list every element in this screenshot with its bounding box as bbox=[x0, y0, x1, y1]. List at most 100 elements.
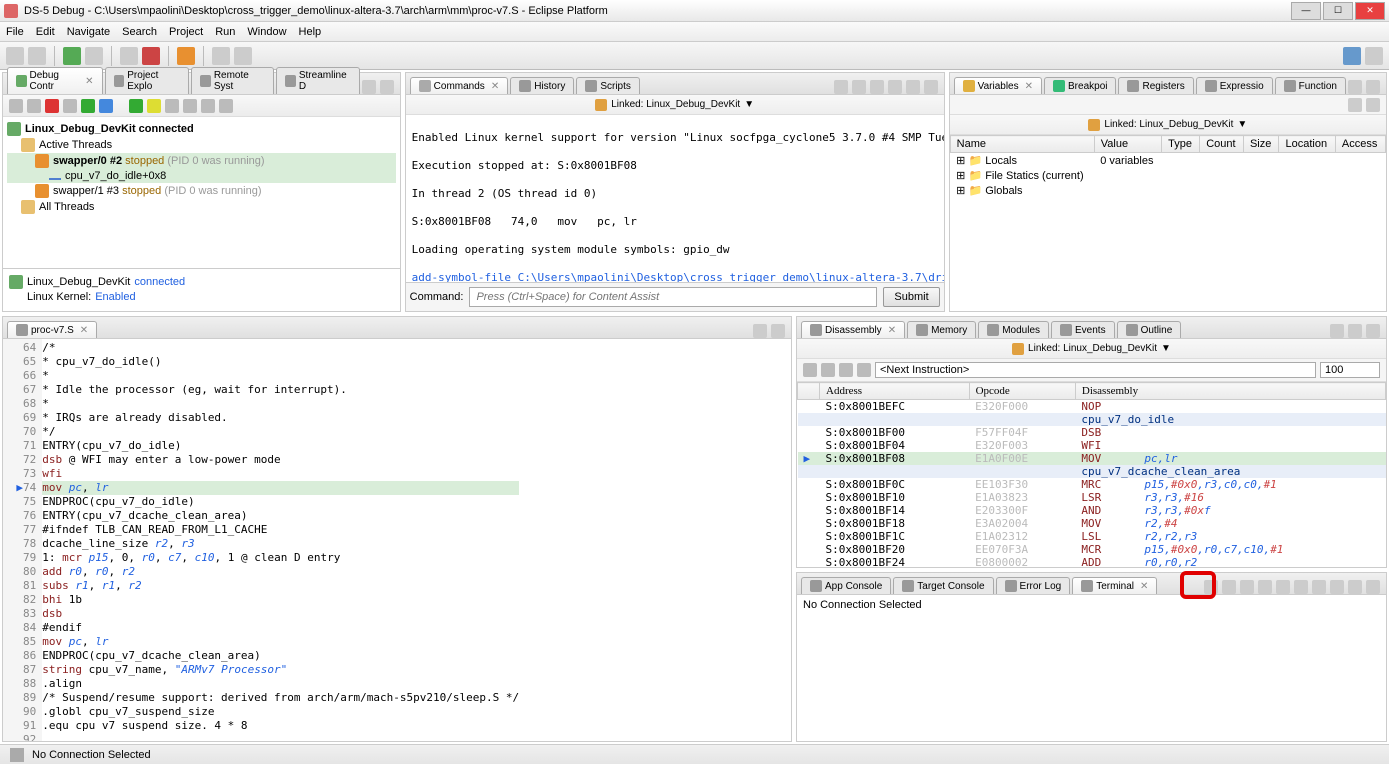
max-icon[interactable] bbox=[924, 80, 938, 94]
tab-variables[interactable]: Variables✕ bbox=[954, 77, 1042, 94]
minimize-icon[interactable] bbox=[362, 80, 376, 94]
max-icon[interactable] bbox=[771, 324, 785, 338]
rss-icon[interactable] bbox=[177, 47, 195, 65]
kernel-enabled-link[interactable]: Enabled bbox=[95, 291, 135, 303]
min-icon[interactable] bbox=[1348, 580, 1362, 594]
thread-row[interactable]: swapper/1 #3 stopped (PID 0 was running) bbox=[53, 185, 262, 197]
search-icon[interactable] bbox=[1348, 98, 1362, 112]
pause-icon[interactable] bbox=[147, 99, 161, 113]
back-icon[interactable] bbox=[821, 363, 835, 377]
resume-icon[interactable] bbox=[129, 99, 143, 113]
max-icon[interactable] bbox=[1366, 80, 1380, 94]
tab-registers[interactable]: Registers bbox=[1118, 77, 1193, 94]
tab-streamline[interactable]: Streamline D bbox=[276, 67, 360, 94]
tab-expressions[interactable]: Expressio bbox=[1196, 77, 1273, 94]
menu-edit[interactable]: Edit bbox=[36, 26, 55, 38]
open-perspective-icon[interactable] bbox=[1365, 47, 1383, 65]
tab-project-explorer[interactable]: Project Explo bbox=[105, 67, 190, 94]
tab-terminal[interactable]: Terminal✕ bbox=[1072, 577, 1157, 594]
table-row[interactable]: ⊞ 📁 Locals0 variables bbox=[950, 153, 1385, 169]
close-icon[interactable]: ✕ bbox=[1140, 581, 1148, 592]
tab-memory[interactable]: Memory bbox=[907, 321, 976, 338]
build-icon[interactable] bbox=[85, 47, 103, 65]
close-icon[interactable]: ✕ bbox=[85, 76, 93, 87]
min-icon[interactable] bbox=[1348, 80, 1362, 94]
size-input[interactable] bbox=[1320, 362, 1380, 378]
minimize-button[interactable]: — bbox=[1291, 2, 1321, 20]
disconnect-icon[interactable] bbox=[1222, 580, 1236, 594]
submit-button[interactable]: Submit bbox=[883, 287, 939, 307]
code-editor[interactable]: 64656667686970717273▶7475767778798081828… bbox=[3, 339, 791, 741]
terminal-body[interactable]: No Connection Selected bbox=[797, 595, 1386, 741]
tab-function[interactable]: Function bbox=[1275, 77, 1346, 94]
menu-window[interactable]: Window bbox=[247, 26, 286, 38]
linked-debug[interactable]: Linked: Linux_Debug_DevKit bbox=[1028, 343, 1157, 354]
max-icon[interactable] bbox=[1366, 324, 1380, 338]
tab-events[interactable]: Events bbox=[1051, 321, 1115, 338]
link-icon[interactable] bbox=[27, 99, 41, 113]
address-input[interactable] bbox=[875, 362, 1316, 378]
view-menu-icon[interactable] bbox=[1312, 580, 1326, 594]
disconnect-icon[interactable] bbox=[63, 99, 77, 113]
settings-icon[interactable] bbox=[1240, 580, 1254, 594]
linked-debug[interactable]: Linked: Linux_Debug_DevKit bbox=[611, 99, 740, 110]
table-row[interactable]: ⊞ 📁 Globals bbox=[950, 183, 1385, 198]
tab-target-console[interactable]: Target Console bbox=[893, 577, 993, 594]
tab-breakpoints[interactable]: Breakpoi bbox=[1044, 77, 1116, 94]
menu-icon[interactable] bbox=[1366, 98, 1380, 112]
command-input[interactable] bbox=[469, 287, 877, 307]
tab-history[interactable]: History bbox=[510, 77, 574, 94]
stack-frame[interactable]: cpu_v7_do_idle+0x8 bbox=[65, 170, 166, 182]
step-out-icon[interactable] bbox=[201, 99, 215, 113]
restart-icon[interactable] bbox=[99, 99, 113, 113]
goto-icon[interactable] bbox=[857, 363, 871, 377]
menu-search[interactable]: Search bbox=[122, 26, 157, 38]
thread-row[interactable]: swapper/0 #2 stopped (PID 0 was running) bbox=[53, 155, 265, 167]
reconnect-icon[interactable] bbox=[81, 99, 95, 113]
tab-outline[interactable]: Outline bbox=[1117, 321, 1182, 338]
min-icon[interactable] bbox=[753, 324, 767, 338]
scroll-icon[interactable] bbox=[1276, 580, 1290, 594]
step-into-icon[interactable] bbox=[165, 99, 179, 113]
forward-icon[interactable] bbox=[839, 363, 853, 377]
tab-remote-systems[interactable]: Remote Syst bbox=[191, 67, 274, 94]
close-icon[interactable]: ✕ bbox=[888, 325, 896, 336]
all-threads[interactable]: All Threads bbox=[39, 201, 94, 213]
debug-session[interactable]: Linux_Debug_DevKit connected bbox=[25, 123, 194, 135]
tab-app-console[interactable]: App Console bbox=[801, 577, 891, 594]
menu-help[interactable]: Help bbox=[299, 26, 322, 38]
close-icon[interactable]: ✕ bbox=[1025, 81, 1033, 92]
table-row[interactable]: ⊞ 📁 File Statics (current) bbox=[950, 168, 1385, 183]
collapse-icon[interactable] bbox=[9, 99, 23, 113]
tab-modules[interactable]: Modules bbox=[978, 321, 1049, 338]
close-icon[interactable]: ✕ bbox=[491, 81, 499, 92]
connected-link[interactable]: connected bbox=[134, 276, 185, 288]
close-icon[interactable]: ✕ bbox=[80, 325, 88, 336]
delete-icon[interactable] bbox=[45, 99, 59, 113]
tab-debug-control[interactable]: Debug Contr✕ bbox=[7, 67, 103, 94]
maximize-button[interactable]: ☐ bbox=[1323, 2, 1353, 20]
debug-icon[interactable] bbox=[63, 47, 81, 65]
menu-run[interactable]: Run bbox=[215, 26, 235, 38]
new-icon[interactable] bbox=[6, 47, 24, 65]
nav2-icon[interactable] bbox=[234, 47, 252, 65]
menu-project[interactable]: Project bbox=[169, 26, 203, 38]
pin-icon[interactable] bbox=[1294, 580, 1308, 594]
highlight-icon[interactable] bbox=[1330, 324, 1344, 338]
step-over-icon[interactable] bbox=[183, 99, 197, 113]
linked-debug[interactable]: Linked: Linux_Debug_DevKit bbox=[1104, 119, 1233, 130]
home-icon[interactable] bbox=[803, 363, 817, 377]
close-term-icon[interactable] bbox=[1330, 580, 1344, 594]
save-icon[interactable] bbox=[834, 80, 848, 94]
deploy-icon[interactable] bbox=[120, 47, 138, 65]
toggle-icon[interactable] bbox=[1258, 580, 1272, 594]
stop-icon[interactable] bbox=[142, 47, 160, 65]
menu-navigate[interactable]: Navigate bbox=[67, 26, 110, 38]
min-icon[interactable] bbox=[1348, 324, 1362, 338]
tab-editor[interactable]: proc-v7.S✕ bbox=[7, 321, 97, 338]
nav-icon[interactable] bbox=[212, 47, 230, 65]
close-button[interactable]: ✕ bbox=[1355, 2, 1385, 20]
save-icon[interactable] bbox=[28, 47, 46, 65]
tab-error-log[interactable]: Error Log bbox=[996, 577, 1071, 594]
max-icon[interactable] bbox=[1366, 580, 1380, 594]
